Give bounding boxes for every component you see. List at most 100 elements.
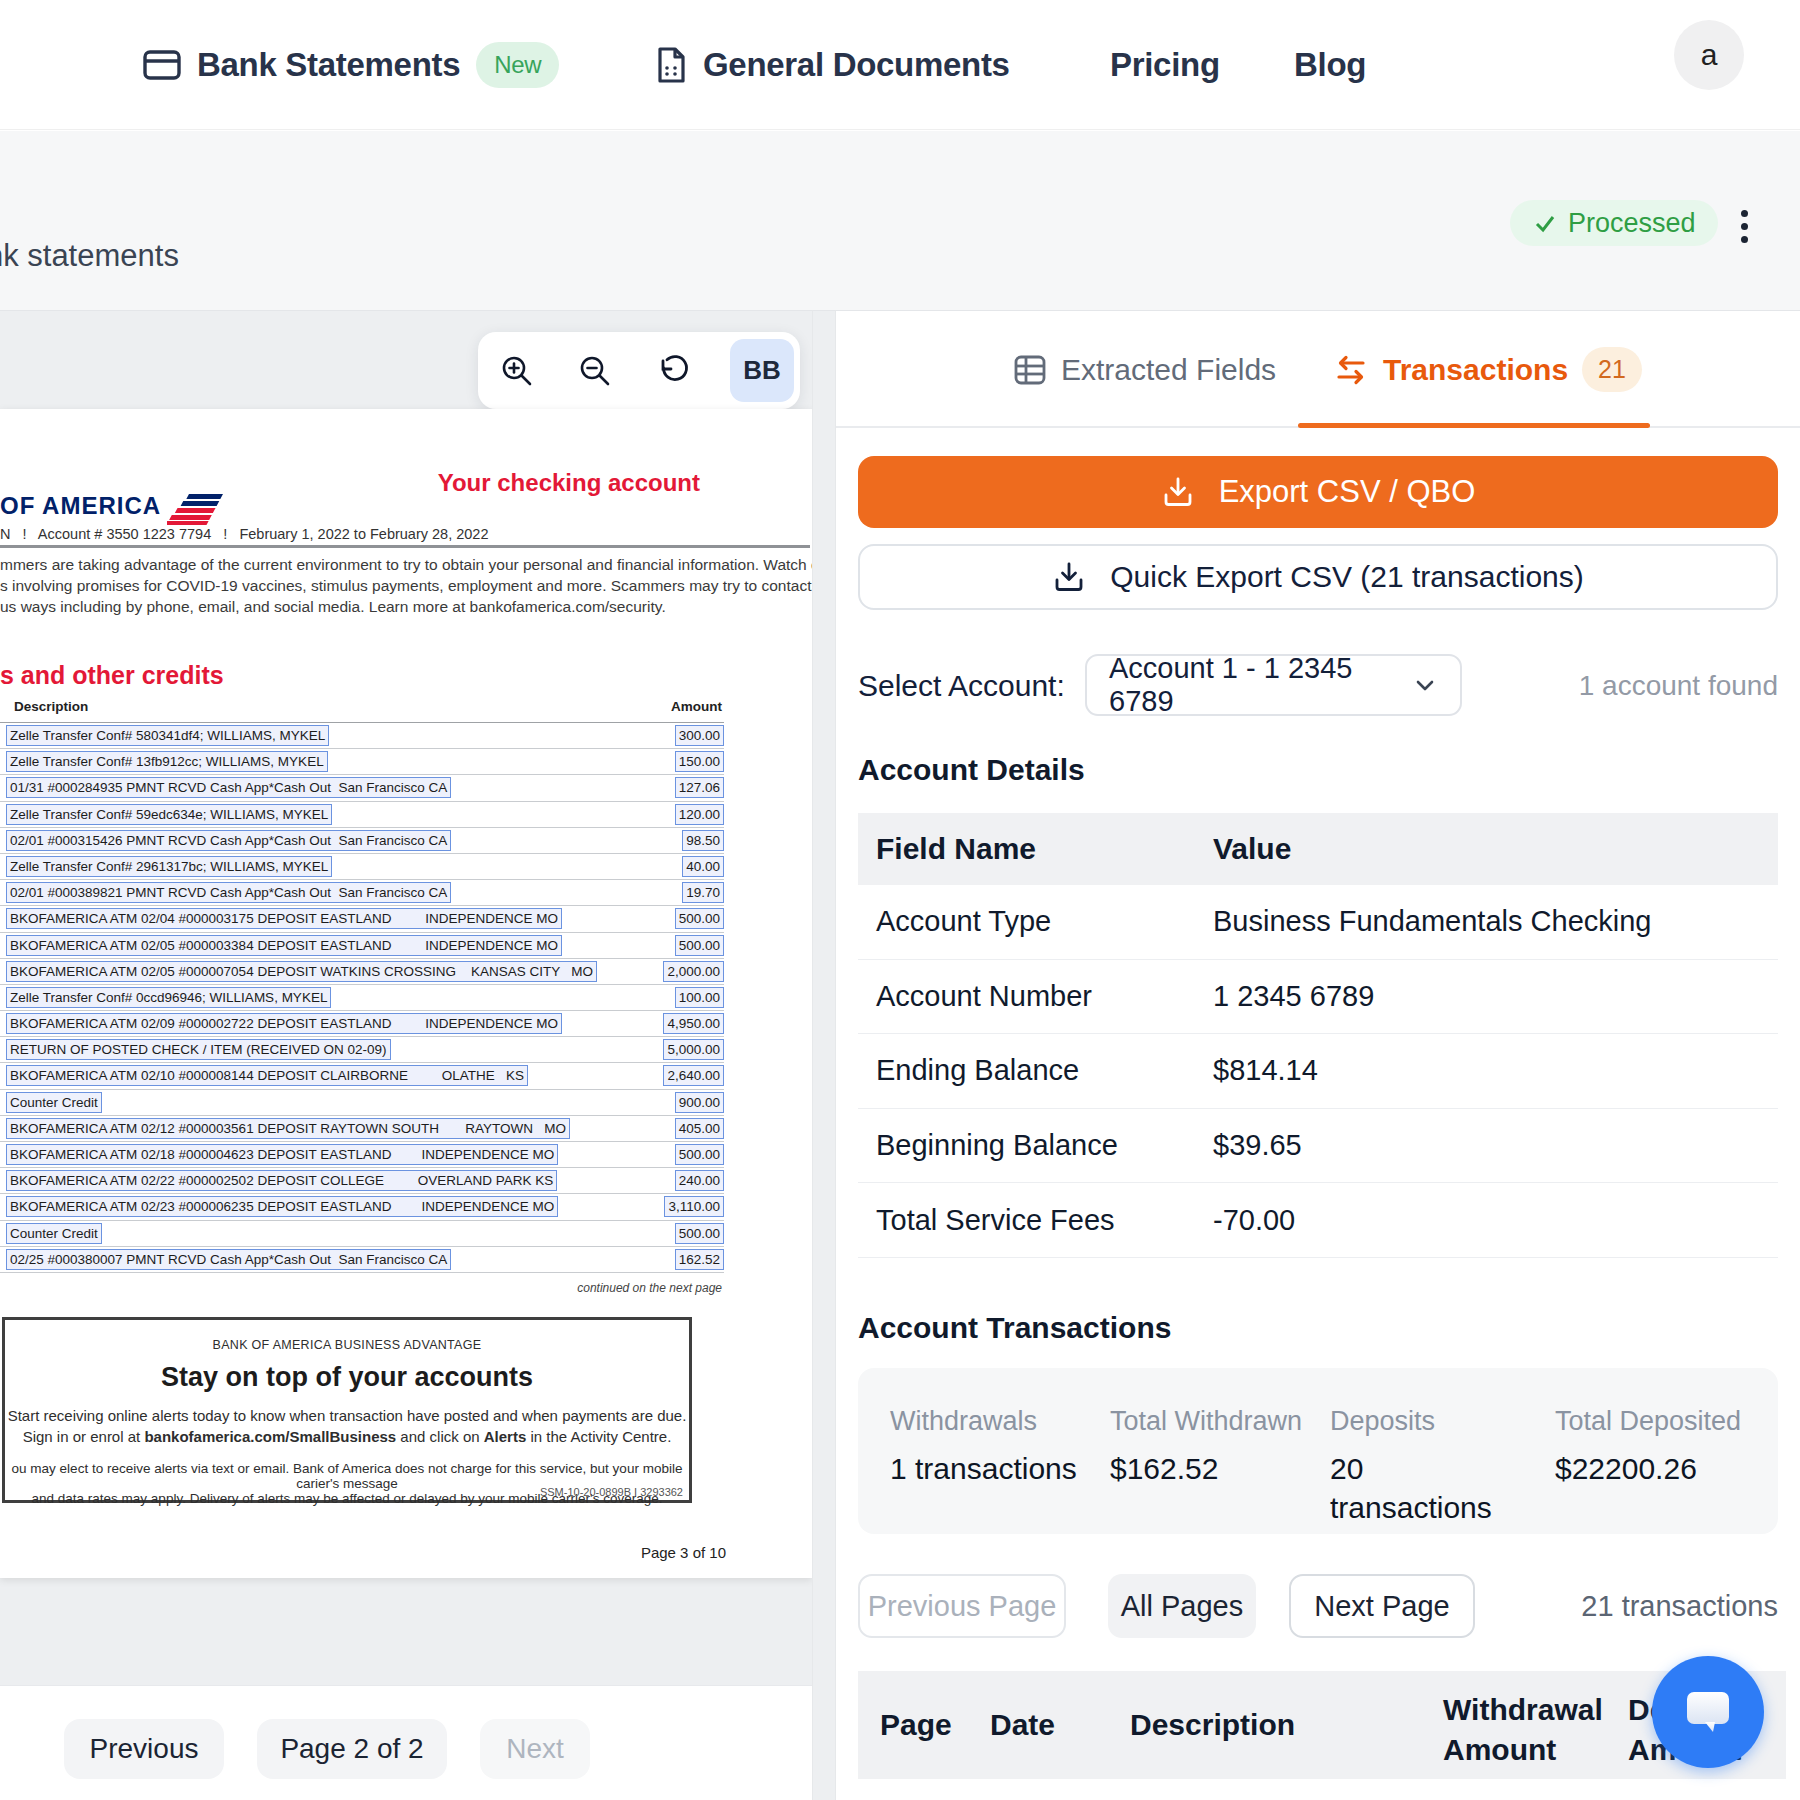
details-header-row: Field Name Value xyxy=(858,813,1778,885)
doc-transaction-row[interactable]: Zelle Transfer Conf# 59edc634e; WILLIAMS… xyxy=(0,802,724,828)
account-select[interactable]: Account 1 - 1 2345 6789 xyxy=(1085,654,1462,716)
chevron-down-icon xyxy=(1412,672,1438,698)
doc-row-amount: 162.52 xyxy=(675,1249,724,1270)
doc-transaction-row[interactable]: 02/01 #000389821 PMNT RCVD Cash App*Cash… xyxy=(0,880,724,906)
doc-transaction-row[interactable]: BKOFAMERICA ATM 02/09 #000002722 DEPOSIT… xyxy=(0,1011,724,1037)
doc-transaction-row[interactable]: BKOFAMERICA ATM 02/04 #000003175 DEPOSIT… xyxy=(0,906,724,932)
txn-previous-label: Previous Page xyxy=(868,1590,1057,1623)
promo-code: SSM-10-20-0899B I 3293362 xyxy=(540,1486,683,1498)
details-row: Account Type Business Fundamentals Check… xyxy=(858,885,1778,960)
txn-all-pages-label: All Pages xyxy=(1121,1590,1244,1623)
viewer-toolbar: BB xyxy=(478,332,800,409)
doc-row-description: BKOFAMERICA ATM 02/18 #000004623 DEPOSIT… xyxy=(6,1144,558,1165)
doc-transaction-row[interactable]: BKOFAMERICA ATM 02/10 #000008144 DEPOSIT… xyxy=(0,1063,724,1089)
nav-bank-statements[interactable]: Bank Statements New xyxy=(143,0,559,130)
doc-row-amount: 98.50 xyxy=(682,830,724,851)
tab-extracted-fields[interactable]: Extracted Fields xyxy=(1013,311,1276,428)
nav-general-documents[interactable]: General Documents xyxy=(655,0,1010,130)
summary-total-deposited: Total Deposited $22200.26 xyxy=(1555,1406,1770,1488)
doc-row-amount: 2,640.00 xyxy=(663,1065,724,1086)
avatar[interactable]: a xyxy=(1674,20,1744,90)
doc-previous-button[interactable]: Previous xyxy=(64,1719,224,1779)
card-icon xyxy=(143,49,181,81)
details-field-name: Account Number xyxy=(858,980,1213,1013)
document-viewer: BB Your checking account OF AMERICA N ! … xyxy=(0,310,812,1685)
doc-next-button[interactable]: Next xyxy=(480,1719,590,1779)
doc-col-amount: Amount xyxy=(0,699,722,714)
logo-text: OF AMERICA xyxy=(0,492,161,520)
doc-row-amount: 900.00 xyxy=(675,1092,724,1113)
doc-transaction-row[interactable]: Counter Credit 500.00 xyxy=(0,1221,724,1247)
doc-row-amount: 100.00 xyxy=(675,987,724,1008)
bb-badge-button[interactable]: BB xyxy=(730,339,794,402)
doc-promo-box: BANK OF AMERICA BUSINESS ADVANTAGE Stay … xyxy=(2,1317,692,1503)
details-field-value: $814.14 xyxy=(1213,1054,1778,1087)
details-row: Total Service Fees -70.00 xyxy=(858,1183,1778,1258)
doc-row-description: 02/25 #000380007 PMNT RCVD Cash App*Cash… xyxy=(6,1249,451,1270)
bank-statement-page: Your checking account OF AMERICA N ! Acc… xyxy=(0,409,812,1578)
doc-continued-note: continued on the next page xyxy=(0,1281,722,1295)
doc-transaction-row[interactable]: 02/01 #000315426 PMNT RCVD Cash App*Cash… xyxy=(0,828,724,854)
txn-count-text: 21 transactions xyxy=(1581,1574,1778,1638)
quick-export-button[interactable]: Quick Export CSV (21 transactions) xyxy=(858,544,1778,610)
col-date: Date xyxy=(990,1671,1055,1779)
summary-label: Withdrawals xyxy=(890,1406,1105,1437)
doc-transaction-row[interactable]: Zelle Transfer Conf# 580341df4; WILLIAMS… xyxy=(0,723,724,749)
doc-transaction-row[interactable]: BKOFAMERICA ATM 02/05 #000003384 DEPOSIT… xyxy=(0,933,724,959)
account-select-value: Account 1 - 1 2345 6789 xyxy=(1109,652,1412,718)
nav-blog[interactable]: Blog xyxy=(1294,0,1366,130)
doc-row-description: Zelle Transfer Conf# 13fb912cc; WILLIAMS… xyxy=(6,751,328,772)
txn-all-pages-button[interactable]: All Pages xyxy=(1108,1574,1256,1638)
doc-transaction-row[interactable]: BKOFAMERICA ATM 02/12 #000003561 DEPOSIT… xyxy=(0,1116,724,1142)
doc-row-amount: 500.00 xyxy=(675,1144,724,1165)
details-header-field: Field Name xyxy=(858,832,1213,866)
rotate-button[interactable] xyxy=(634,332,712,409)
nav-pricing[interactable]: Pricing xyxy=(1110,0,1220,130)
doc-row-description: Zelle Transfer Conf# 59edc634e; WILLIAMS… xyxy=(6,804,332,825)
nav-bank-statements-label: Bank Statements xyxy=(197,46,460,84)
promo-title: Stay on top of your accounts xyxy=(5,1362,689,1393)
doc-transaction-row[interactable]: Zelle Transfer Conf# 0ccd96946; WILLIAMS… xyxy=(0,985,724,1011)
doc-page-indicator: Page 2 of 2 xyxy=(257,1719,447,1779)
bank-of-america-logo: OF AMERICA xyxy=(0,492,223,526)
doc-transaction-row[interactable]: Zelle Transfer Conf# 13fb912cc; WILLIAMS… xyxy=(0,749,724,775)
kebab-menu[interactable] xyxy=(1734,206,1754,246)
txn-previous-page-button[interactable]: Previous Page xyxy=(858,1574,1066,1638)
doc-transaction-row[interactable]: BKOFAMERICA ATM 02/22 #000002502 DEPOSIT… xyxy=(0,1168,724,1194)
transactions-count-badge: 21 xyxy=(1582,347,1642,392)
account-transactions-title: Account Transactions xyxy=(858,1311,1171,1345)
doc-row-amount: 5,000.00 xyxy=(663,1039,724,1060)
page-title: Bank statements xyxy=(0,238,179,274)
bofa-flag-icon xyxy=(167,492,223,526)
tab-transactions[interactable]: Transactions 21 xyxy=(1333,311,1642,428)
document-icon xyxy=(655,46,687,84)
doc-transaction-row[interactable]: BKOFAMERICA ATM 02/18 #000004623 DEPOSIT… xyxy=(0,1142,724,1168)
doc-transaction-row[interactable]: RETURN OF POSTED CHECK / ITEM (RECEIVED … xyxy=(0,1037,724,1063)
download-icon xyxy=(1161,475,1195,509)
doc-row-description: 01/31 #000284935 PMNT RCVD Cash App*Cash… xyxy=(6,777,451,798)
panel-tabs: Extracted Fields Transactions 21 xyxy=(836,311,1800,428)
doc-transaction-row[interactable]: 01/31 #000284935 PMNT RCVD Cash App*Cash… xyxy=(0,775,724,801)
details-field-value: Business Fundamentals Checking xyxy=(1213,905,1778,938)
col-withdrawal-amount: Withdrawal Amount xyxy=(1443,1690,1603,1770)
active-tab-underline xyxy=(1298,423,1650,428)
zoom-in-button[interactable] xyxy=(478,332,556,409)
quick-export-label: Quick Export CSV (21 transactions) xyxy=(1110,560,1584,594)
doc-transaction-row[interactable]: BKOFAMERICA ATM 02/05 #000007054 DEPOSIT… xyxy=(0,959,724,985)
export-csv-qbo-button[interactable]: Export CSV / QBO xyxy=(858,456,1778,528)
doc-transaction-row[interactable]: 02/25 #000380007 PMNT RCVD Cash App*Cash… xyxy=(0,1247,724,1273)
doc-row-description: 02/01 #000389821 PMNT RCVD Cash App*Cash… xyxy=(6,882,451,903)
chat-widget-button[interactable] xyxy=(1652,1656,1764,1768)
doc-transaction-row[interactable]: Zelle Transfer Conf# 2961317bc; WILLIAMS… xyxy=(0,854,724,880)
txn-next-page-button[interactable]: Next Page xyxy=(1289,1574,1475,1638)
doc-account-line: N ! Account # 3550 1223 7794 ! February … xyxy=(0,526,488,542)
summary-deposits: Deposits 20 transactions xyxy=(1330,1406,1495,1527)
zoom-out-button[interactable] xyxy=(556,332,634,409)
doc-transaction-row[interactable]: Counter Credit 900.00 xyxy=(0,1090,724,1116)
nav-blog-label: Blog xyxy=(1294,46,1366,84)
doc-transaction-row[interactable]: BKOFAMERICA ATM 02/23 #000006235 DEPOSIT… xyxy=(0,1194,724,1220)
details-field-value: -70.00 xyxy=(1213,1204,1778,1237)
details-header-value: Value xyxy=(1213,832,1778,866)
doc-row-description: BKOFAMERICA ATM 02/23 #000006235 DEPOSIT… xyxy=(6,1196,558,1217)
doc-row-description: RETURN OF POSTED CHECK / ITEM (RECEIVED … xyxy=(6,1039,391,1060)
